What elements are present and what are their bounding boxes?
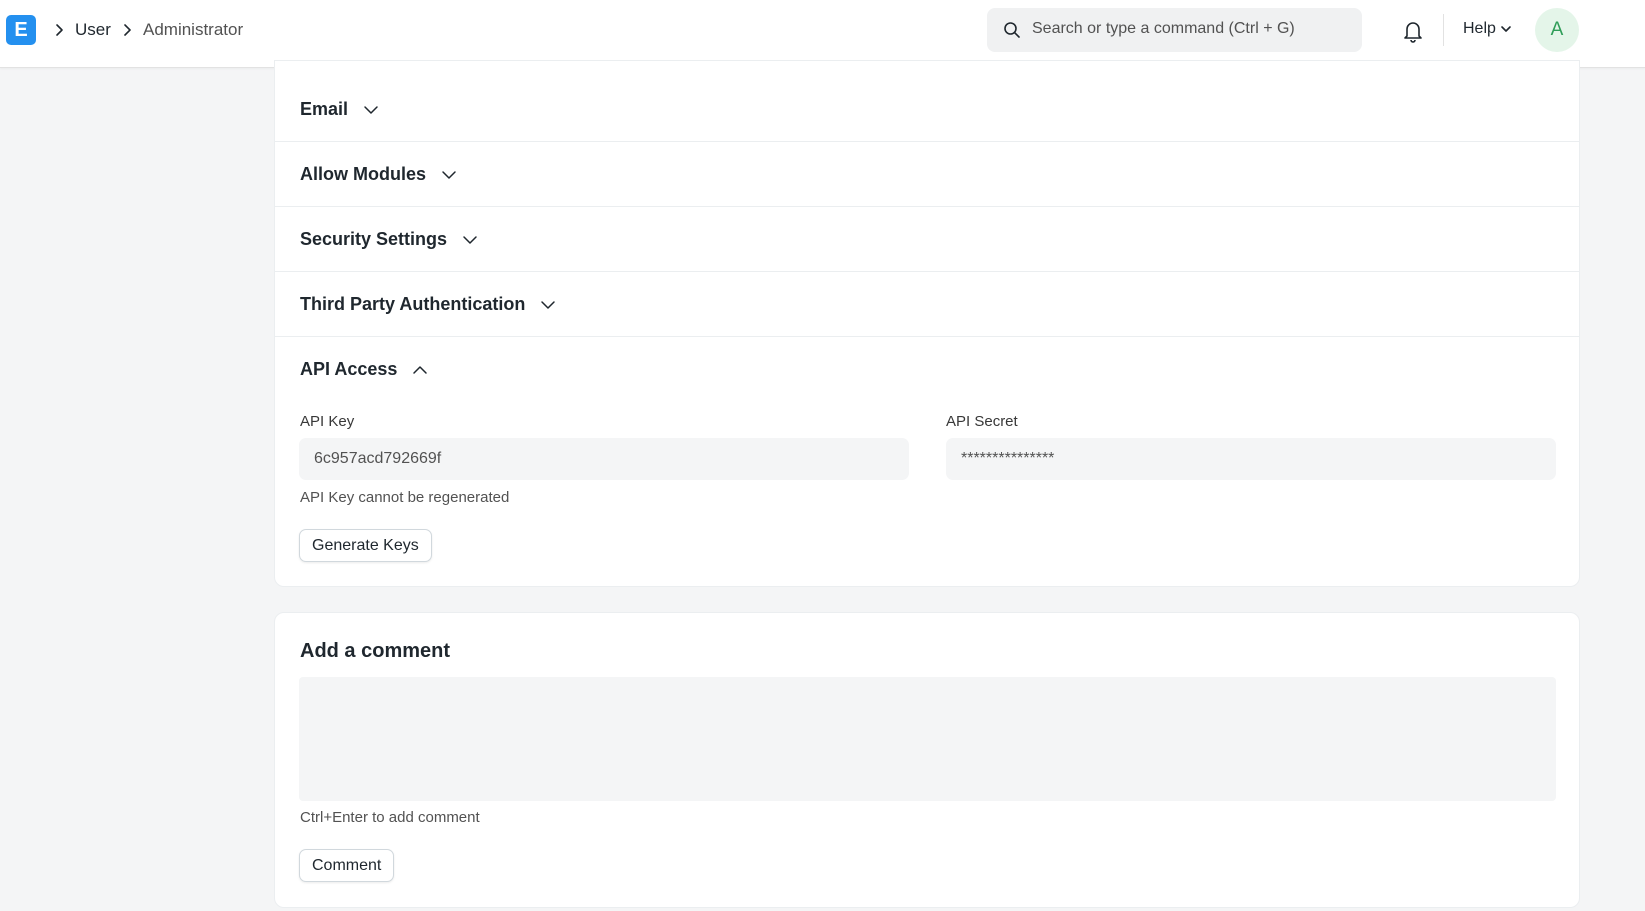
api-key-field[interactable]: 6c957acd792669f bbox=[299, 438, 909, 480]
section-email[interactable]: Email bbox=[275, 77, 1579, 142]
search-icon bbox=[1004, 22, 1020, 38]
bell-icon[interactable] bbox=[1402, 19, 1424, 43]
avatar-initial: A bbox=[1550, 19, 1564, 40]
help-dropdown[interactable]: Help bbox=[1463, 20, 1512, 38]
comment-hint: Ctrl+Enter to add comment bbox=[300, 809, 480, 826]
chevron-down-icon bbox=[1501, 26, 1511, 32]
chevron-up-icon bbox=[413, 365, 428, 374]
breadcrumb-administrator[interactable]: Administrator bbox=[143, 20, 243, 40]
app-logo[interactable]: E bbox=[6, 15, 36, 45]
chevron-down-icon bbox=[364, 105, 378, 114]
chevron-right-icon bbox=[124, 24, 131, 36]
section-title: Security Settings bbox=[300, 229, 448, 249]
chevron-down-icon bbox=[442, 170, 456, 179]
section-api-access[interactable]: API Access bbox=[275, 337, 1579, 402]
user-form-card: Email Allow Modules Security Settings Th… bbox=[274, 60, 1580, 587]
generate-keys-button[interactable]: Generate Keys bbox=[299, 529, 432, 562]
section-allow-modules[interactable]: Allow Modules bbox=[275, 142, 1579, 207]
section-third-party-authentication[interactable]: Third Party Authentication bbox=[275, 272, 1579, 337]
section-title: Email bbox=[300, 99, 349, 119]
section-security-settings[interactable]: Security Settings bbox=[275, 207, 1579, 272]
avatar[interactable]: A bbox=[1535, 8, 1579, 52]
api-secret-label: API Secret bbox=[946, 413, 1018, 430]
search-input[interactable]: Search or type a command (Ctrl + G) bbox=[1032, 20, 1295, 38]
api-key-label: API Key bbox=[300, 413, 355, 430]
section-title: API Access bbox=[300, 359, 398, 379]
chevron-down-icon bbox=[463, 235, 477, 244]
section-title: Third Party Authentication bbox=[300, 294, 526, 314]
navbar-divider bbox=[1443, 14, 1444, 46]
section-title: Allow Modules bbox=[300, 164, 426, 184]
api-key-help-text: API Key cannot be regenerated bbox=[300, 489, 510, 506]
chevron-down-icon bbox=[541, 300, 556, 309]
comment-button[interactable]: Comment bbox=[299, 849, 395, 882]
api-secret-field[interactable]: *************** bbox=[946, 438, 1556, 480]
comment-title: Add a comment bbox=[300, 640, 451, 662]
logo-letter: E bbox=[14, 18, 28, 41]
chevron-right-icon bbox=[56, 24, 63, 36]
breadcrumb-user[interactable]: User bbox=[75, 20, 111, 40]
comment-input[interactable] bbox=[299, 677, 1556, 801]
comment-card: Add a comment Ctrl+Enter to add comment … bbox=[274, 612, 1580, 908]
help-label: Help bbox=[1463, 20, 1496, 37]
search-bar[interactable]: Search or type a command (Ctrl + G) bbox=[987, 8, 1362, 52]
navbar: E User Administrator Search or type a co… bbox=[0, 0, 1645, 68]
